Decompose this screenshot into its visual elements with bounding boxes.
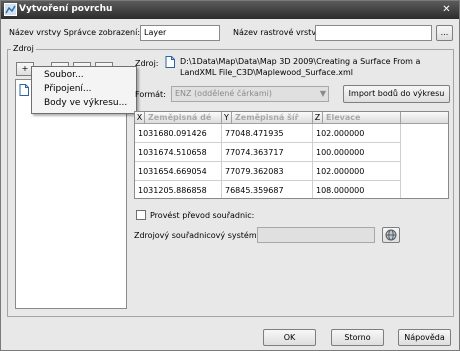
table-cell: 1031680.091426 [135, 124, 222, 143]
table-cell: 77048.471935 [222, 124, 313, 143]
create-surface-dialog: Vytvoření povrchu ✕ Název vrstvy Správce… [0, 0, 460, 351]
table-cell: 100.000000 [313, 143, 401, 162]
menu-item-file[interactable]: Soubor... [44, 70, 84, 80]
ok-button[interactable]: OK [263, 329, 316, 346]
surface-app-icon [4, 3, 17, 16]
source-path-line-2: LandXML File_C3D\Maplewood_Surface.xml [180, 68, 354, 77]
source-label: Zdroj: [135, 59, 159, 68]
table-header-x[interactable]: X Zeměpisná dé [135, 112, 222, 124]
points-table[interactable]: X Zeměpisná dé Y Zeměpisná šíř Z Elevace 10… [134, 111, 449, 199]
table-cell: 108.000000 [313, 181, 401, 198]
format-select: ENZ (oddělené čárkami) ▼ [171, 86, 329, 102]
format-select-value: ENZ (oddělené čárkami) [175, 89, 272, 98]
table-header-empty [401, 112, 448, 124]
table-cell: 1031674.510658 [135, 143, 222, 162]
chevron-down-icon: ▼ [319, 89, 326, 98]
coord-system-label: Zdrojový souřadnicový systém: [134, 231, 260, 240]
title-bar: Vytvoření povrchu ✕ [1, 1, 459, 19]
transform-checkbox-label: Provést převod souřadnic: [150, 211, 255, 220]
table-cell: 1031205.886858 [135, 181, 222, 198]
table-header-z[interactable]: Z Elevace [313, 112, 401, 124]
source-group-legend: Zdroj [11, 44, 36, 53]
menu-item-connection[interactable]: Připojení... [44, 84, 92, 94]
globe-icon [385, 229, 397, 241]
cancel-button[interactable]: Storno [331, 329, 384, 346]
table-cell: 102.000000 [313, 124, 401, 143]
source-path-line-1: D:\1Data\Map\Data\Map 3D 2009\Creating a… [180, 57, 421, 66]
coord-system-browse-button[interactable] [382, 227, 400, 243]
file-icon [165, 56, 175, 68]
table-cell: 77074.363717 [222, 143, 313, 162]
raster-layer-label: Název rastrové vrstvy: [233, 28, 323, 37]
import-points-button[interactable]: Import bodů do výkresu [343, 85, 450, 103]
raster-layer-input[interactable] [315, 25, 432, 41]
close-icon[interactable]: ✕ [440, 4, 453, 16]
table-cell: 76845.359687 [222, 181, 313, 198]
table-header-y[interactable]: Y Zeměpisná šíř [222, 112, 313, 124]
transform-checkbox[interactable] [136, 210, 146, 220]
file-icon [19, 84, 29, 96]
help-button[interactable]: Nápověda [398, 329, 451, 346]
coord-system-input [257, 227, 375, 243]
table-cell: 102.000000 [313, 162, 401, 181]
context-menu: Soubor... Připojení... Body ve výkresu..… [31, 66, 137, 114]
menu-item-drawing-points[interactable]: Body ve výkresu... [44, 98, 127, 108]
browse-button[interactable]: ... [436, 25, 453, 41]
layer-name-input[interactable]: Layer [140, 25, 220, 41]
table-cell: 77079.362083 [222, 162, 313, 181]
table-cell: 1031654.669054 [135, 162, 222, 181]
format-label: Formát: [135, 90, 166, 99]
layer-name-label: Název vrstvy Správce zobrazení: [9, 28, 141, 37]
window-title: Vytvoření povrchu [19, 4, 113, 14]
